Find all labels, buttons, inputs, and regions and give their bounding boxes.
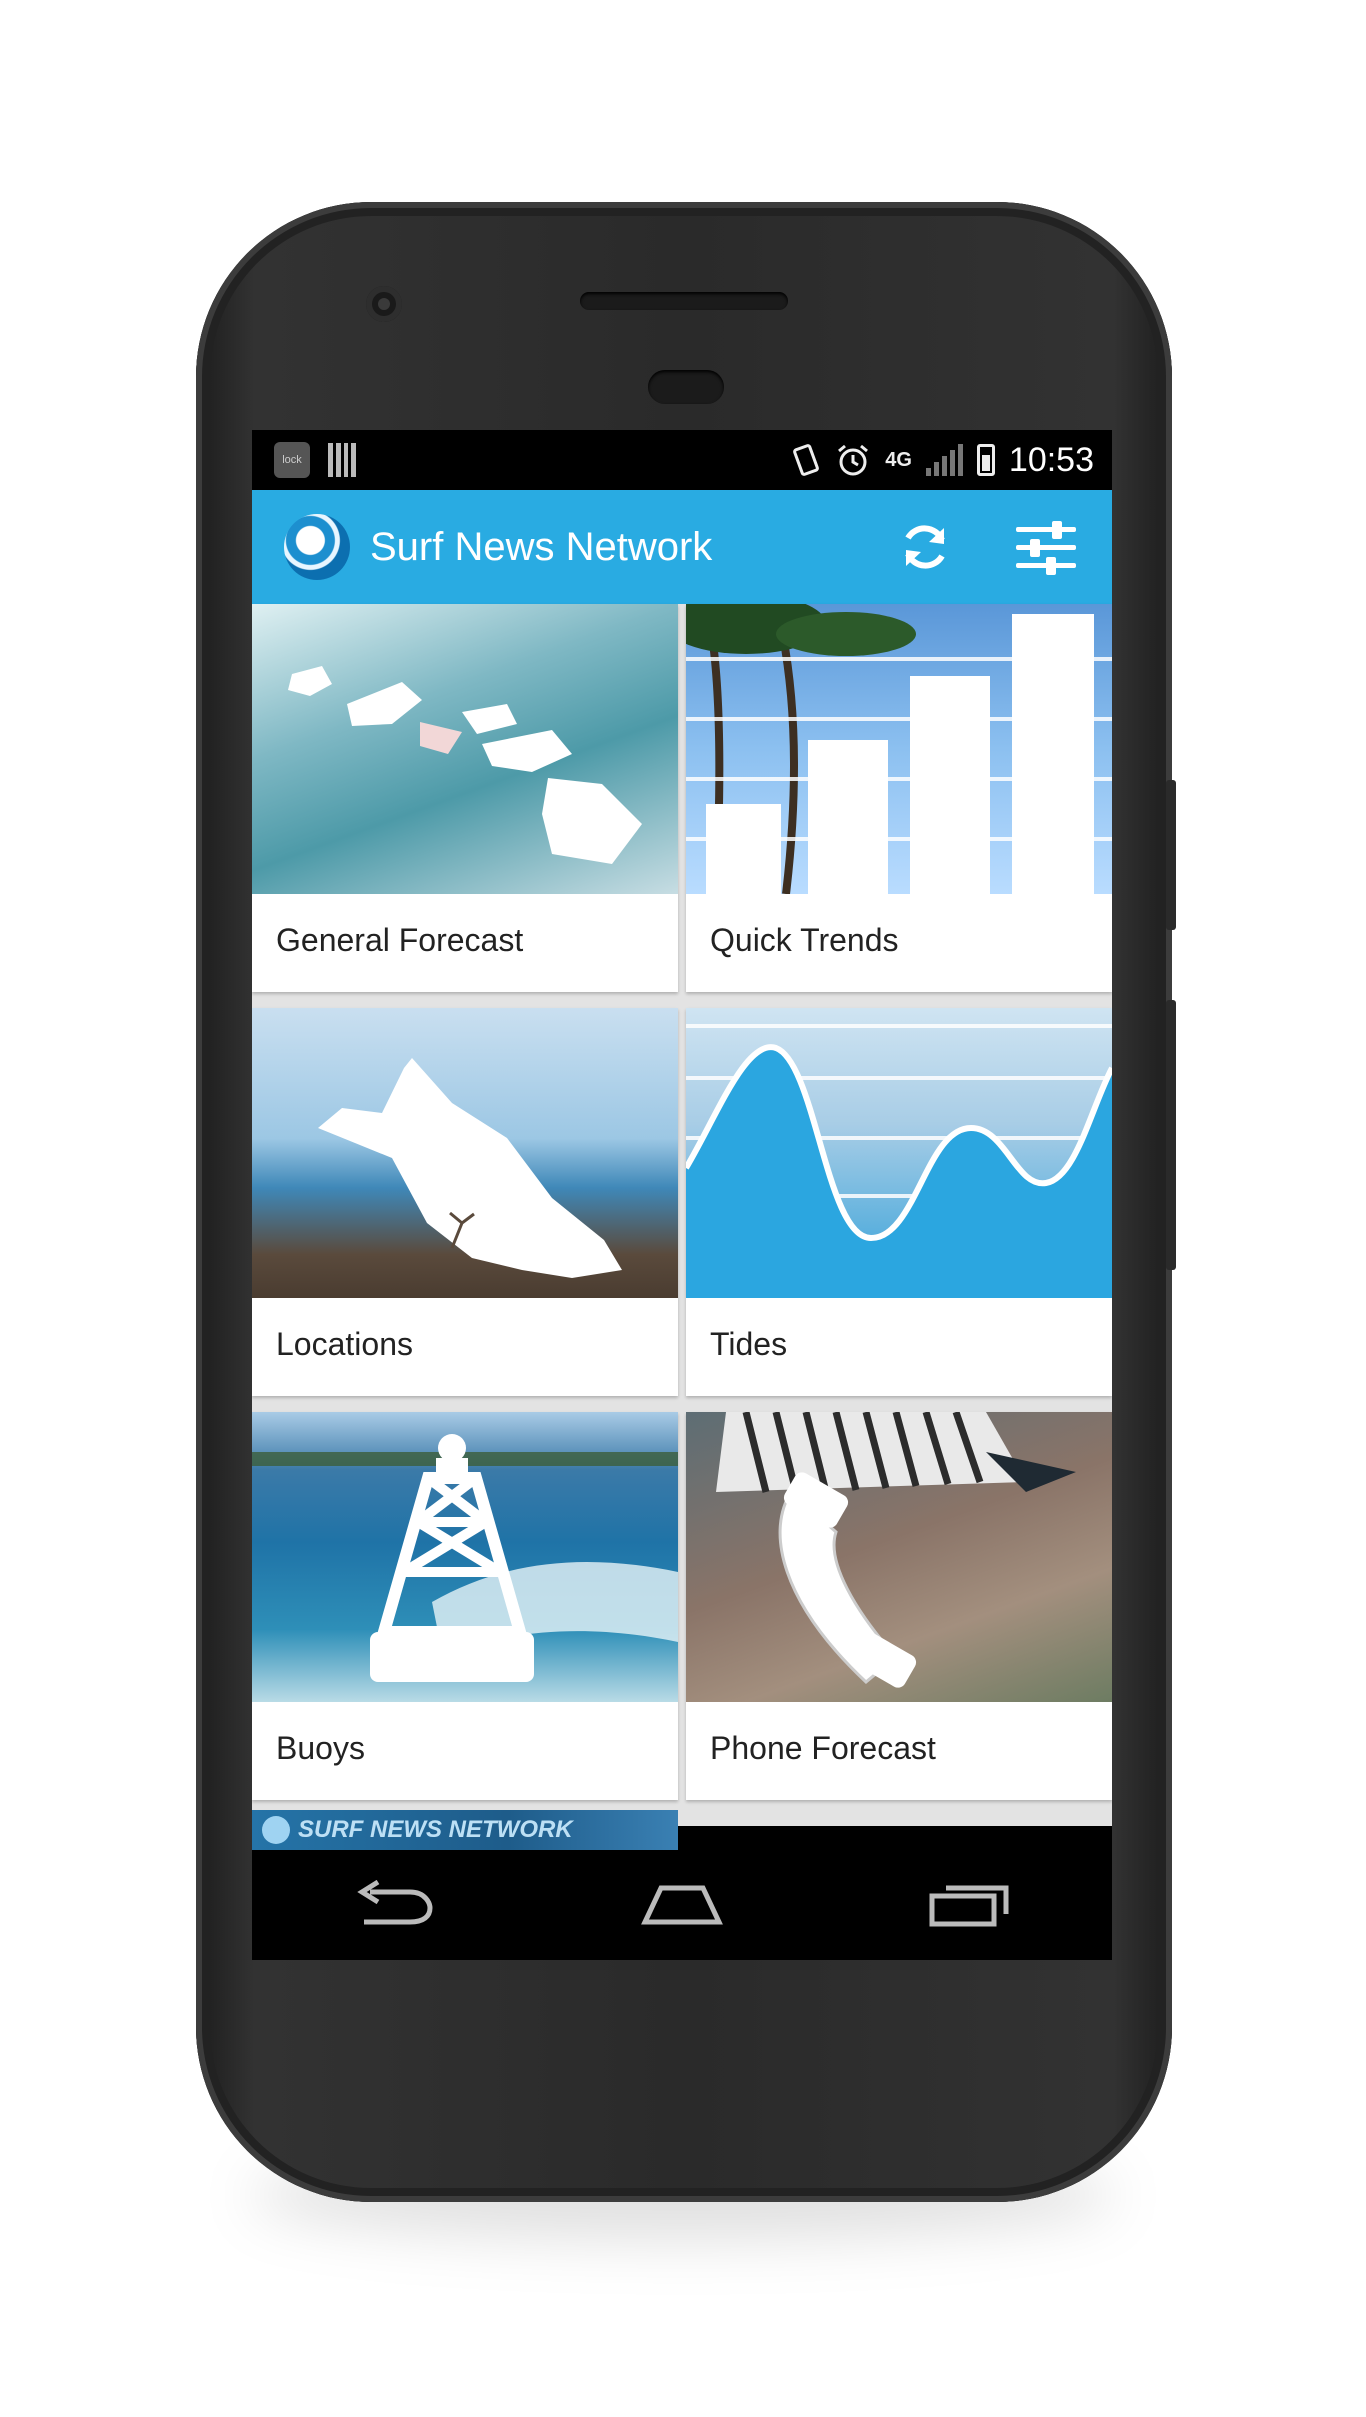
back-icon[interactable] [335,1870,455,1940]
earpiece-speaker [580,292,788,310]
buoy-image [252,1412,678,1702]
tile-buoys[interactable]: Buoys [252,1412,678,1800]
trends-image [686,604,1112,895]
status-bar: lock 4G 10:53 [252,430,1112,490]
app-title: Surf News Network [370,524,713,569]
alarm-icon [838,444,869,476]
lock-app-icon-text: lock [282,454,302,466]
tile-label: General Forecast [276,922,524,958]
tile-quick-trends[interactable]: Quick Trends [686,604,1112,992]
phone-handset-icon [716,1412,1076,1688]
hawaii-islands-image [252,604,678,894]
menu-grid: General Forecast Quick Trends Locations … [252,604,1112,1850]
front-camera [366,286,402,322]
tide-wave-icon [686,1024,1112,1298]
surf-news-banner[interactable]: SURF NEWS NETWORK [252,1810,678,1850]
phone-handset-image [686,1412,1112,1702]
tile-tides[interactable]: Tides [686,1008,1112,1396]
tile-label: Locations [276,1326,413,1362]
battery-icon [976,444,995,476]
tile-label: Quick Trends [710,922,899,958]
tile-general-forecast[interactable]: General Forecast [252,604,678,992]
sliders-icon[interactable] [1016,519,1076,575]
recents-icon[interactable] [909,1870,1029,1940]
banner-logo-icon [262,1816,290,1844]
tile-phone-forecast[interactable]: Phone Forecast [686,1412,1112,1800]
tide-wave-image [686,1008,1112,1298]
oahu-island-image [252,1008,678,1298]
barcode-icon [328,443,356,477]
lock-app-icon: lock [274,442,310,478]
network-type: 4G [885,448,912,471]
signal-icon [925,444,963,476]
tile-label: Tides [710,1326,788,1362]
screen: lock 4G 10:53 Surf News Network General … [252,430,1112,1960]
tile-label: Buoys [276,1730,365,1766]
navigation-bar [252,1850,1112,1960]
refresh-icon[interactable] [896,518,954,576]
tile-locations[interactable]: Locations [252,1008,678,1396]
home-icon[interactable] [622,1870,742,1940]
oahu-island-icon [318,1058,622,1278]
app-logo-icon [284,514,350,580]
clock: 10:53 [1008,440,1094,479]
bar-chart-icon [686,604,1112,895]
hawaii-islands-icon [288,666,642,864]
tile-label: Phone Forecast [710,1730,936,1766]
side-button-upper [1166,780,1176,930]
buoy-icon [252,1434,678,1682]
proximity-sensor [648,370,724,404]
banner-text: SURF NEWS NETWORK [298,1816,573,1843]
app-bar: Surf News Network [252,490,1112,604]
rotate-icon [793,444,820,476]
side-button-lower [1166,1000,1176,1270]
